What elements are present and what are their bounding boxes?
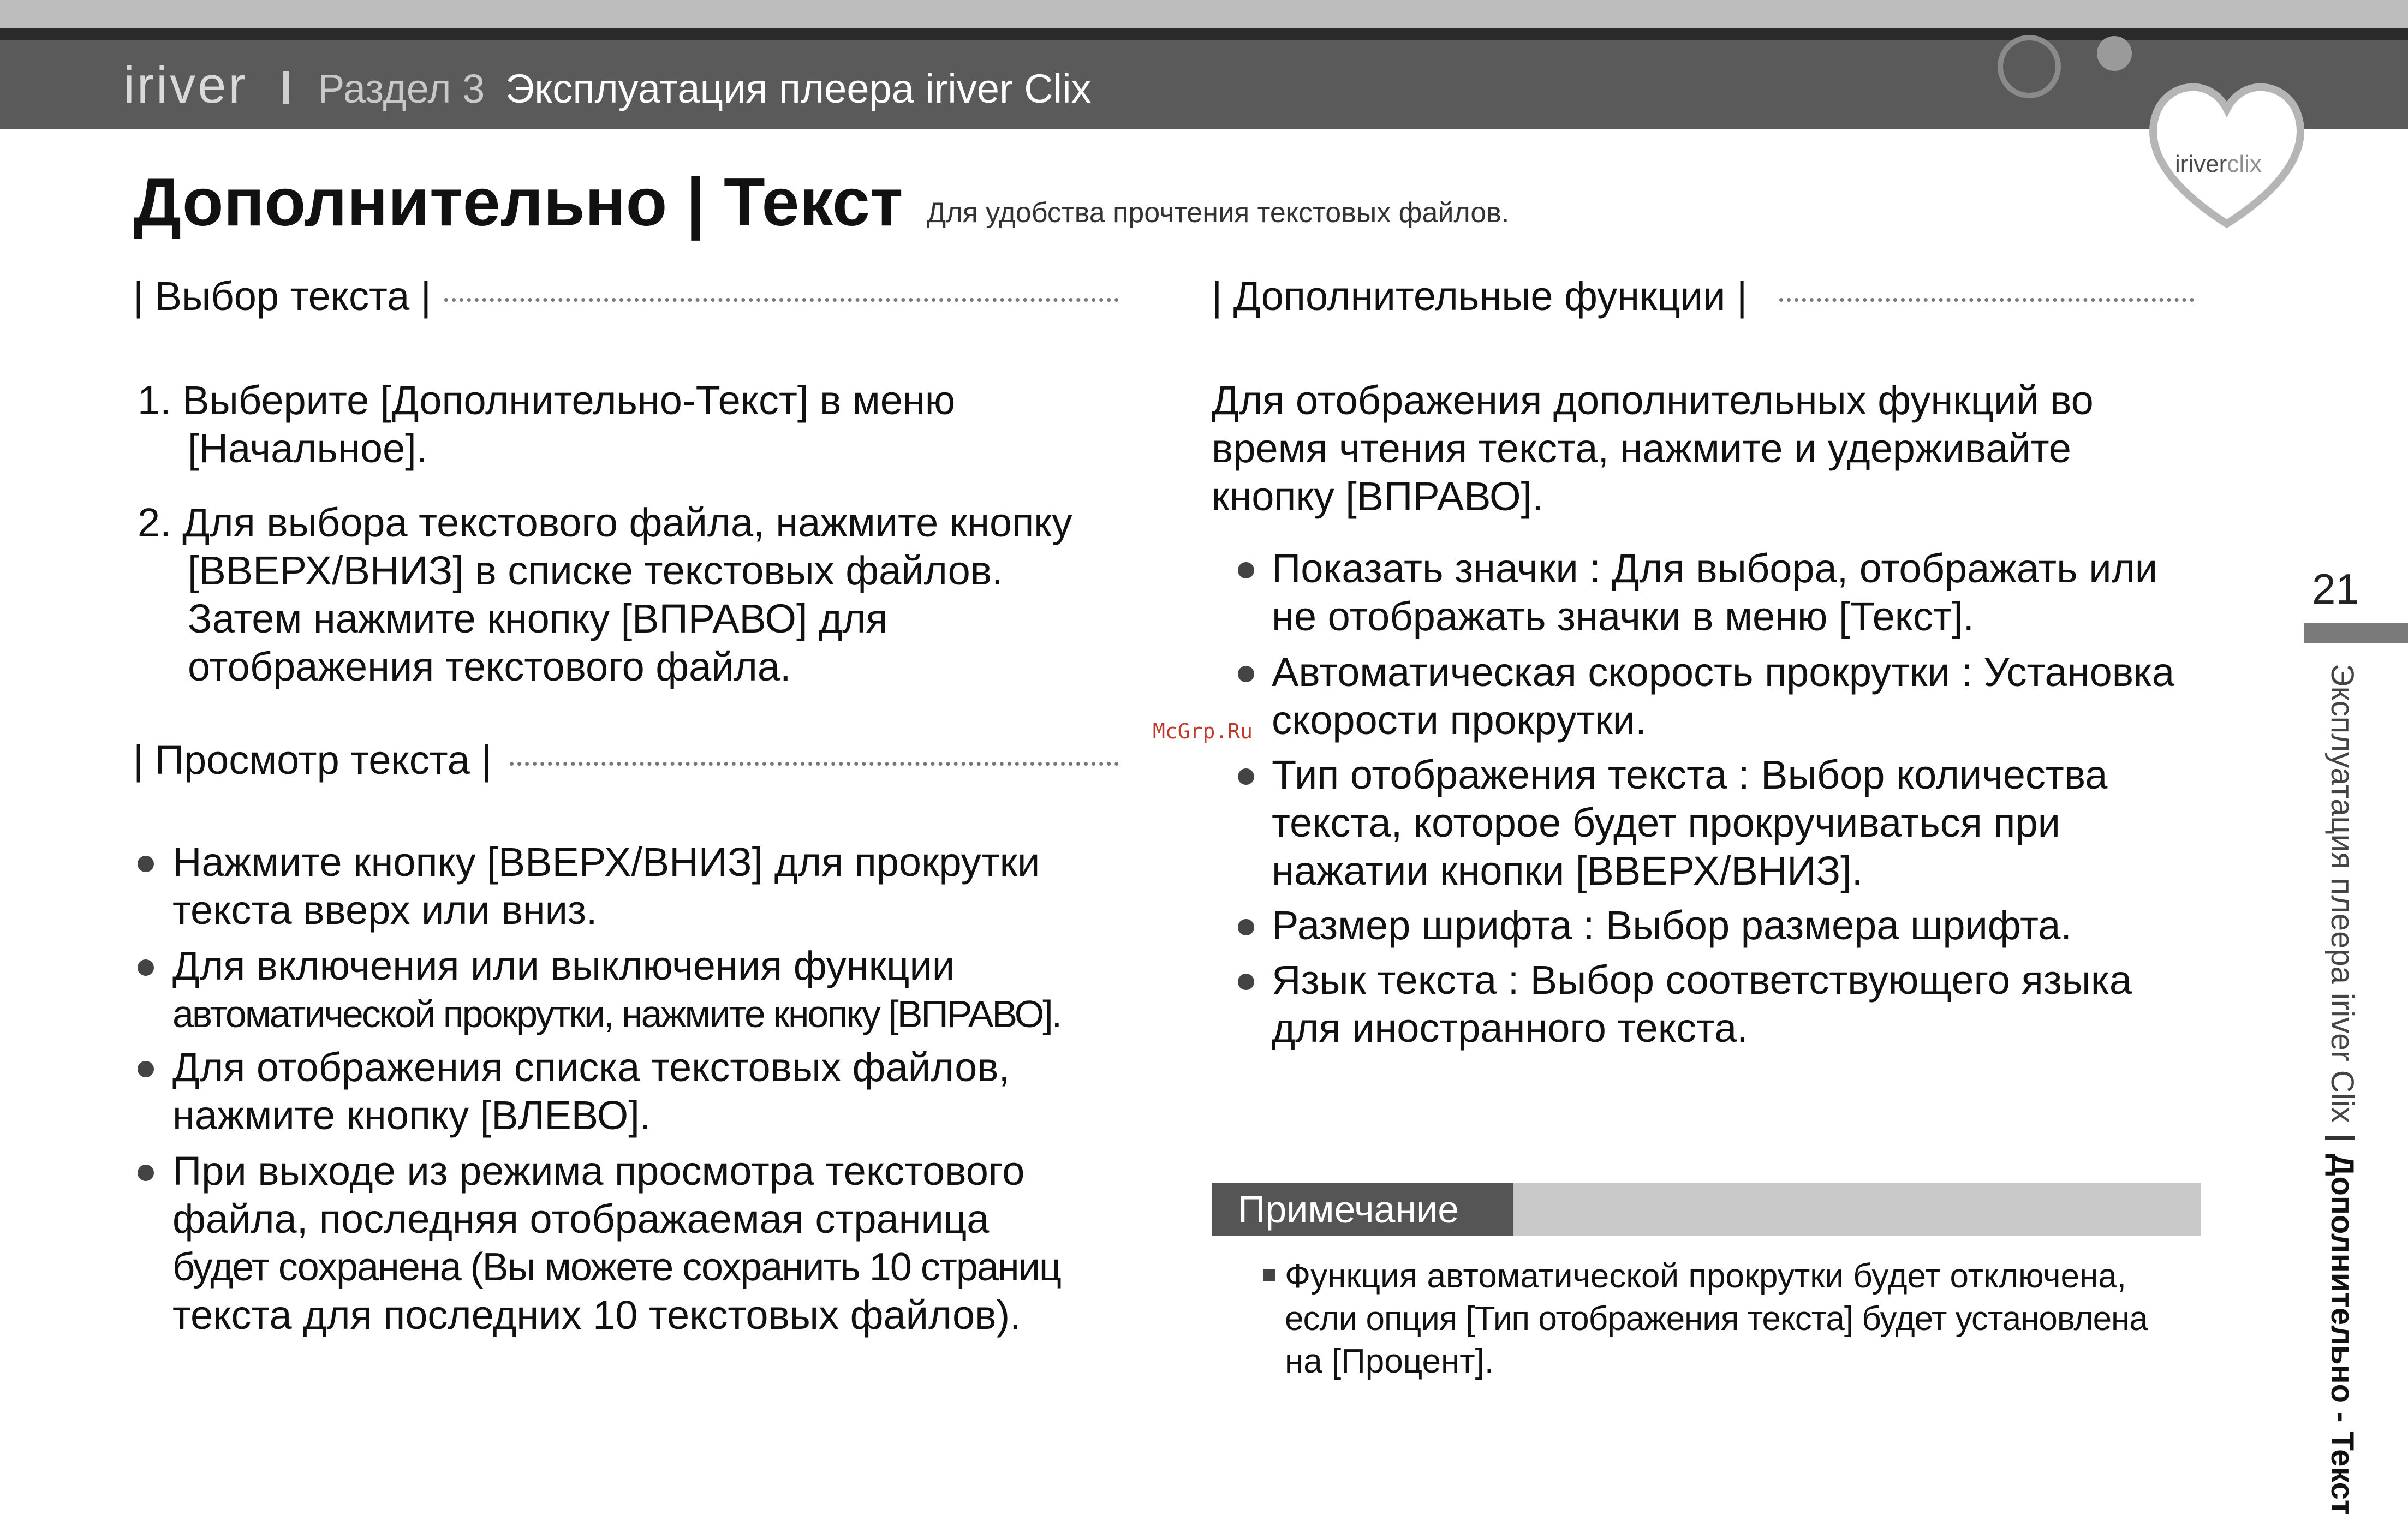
view-bullet-4-line-4: текста для последних 10 текстовых файлов… [172, 1292, 1021, 1338]
section-heading-select-text: | Выбор текста | [133, 273, 1124, 322]
func-bullet-5-line-2: для иностранного текста. [1272, 1005, 1748, 1051]
func-bullet-1-line-1: Показать значки : Для выбора, отображать… [1272, 546, 2158, 591]
func-bullet-2-line-2: скорости прокрутки. [1272, 697, 1647, 743]
step-2-line-2: [ВВЕРХ/ВНИЗ] в списке текстовых файлов. [188, 548, 1003, 593]
bullet-icon [1238, 919, 1254, 935]
page-subtitle: Для удобства прочтения текстовых файлов. [927, 197, 1510, 229]
side-tab-bar [2304, 623, 2408, 643]
bullet-icon [1238, 974, 1254, 990]
header-title: Эксплуатация плеера iriver Clix [505, 66, 1092, 111]
decorative-ring [1998, 35, 2061, 98]
func-bullet-3-line-1: Тип отображения текста : Выбор количеств… [1272, 752, 2108, 797]
view-bullet-2-line-2: автоматической прокрутки, нажмите кнопку… [172, 993, 1062, 1035]
side-chapter-label: Эксплуатация плеера iriver Clix Дополните… [2323, 664, 2361, 1515]
view-bullet-4-line-1: При выходе из режима просмотра текстовог… [172, 1148, 1025, 1194]
func-bullet-3-line-2: текста, которое будет прокручиваться при [1272, 800, 2060, 845]
brand-badge-text: iriverclix [2175, 151, 2262, 177]
side-topic-text: Дополнительно - Текст [2324, 1153, 2360, 1515]
view-bullet-4-line-2: файла, последняя отображаемая страница [172, 1196, 990, 1242]
header-separator [283, 71, 289, 104]
bullet-icon [1238, 768, 1254, 785]
note-line-2: если опция [Тип отображения текста] буде… [1285, 1300, 2148, 1338]
func-bullet-5-line-1: Язык текста : Выбор соответствующего язы… [1272, 957, 2132, 1003]
bullet-icon [138, 1165, 154, 1181]
bullet-icon [138, 1061, 154, 1077]
note-header-bar: Примечание [1212, 1183, 2201, 1236]
note-label: Примечание [1212, 1183, 1513, 1236]
func-bullet-3-line-3: нажатии кнопки [ВВЕРХ/ВНИЗ]. [1272, 848, 1863, 893]
section-heading-view-text: | Просмотр текста | [133, 737, 1124, 786]
step-2-line-1: 2. Для выбора текстового файла, нажмите … [138, 500, 1072, 545]
header-section-label: Раздел 3 [318, 66, 485, 111]
watermark: McGrp.Ru [1153, 719, 1253, 743]
decorative-dot [2097, 36, 2132, 71]
step-1-line-2: [Начальное]. [188, 426, 428, 471]
iriver-logo: iriver [123, 56, 248, 114]
page-title: Дополнительно | Текст [133, 165, 903, 240]
view-bullet-4-line-3: будет сохранена (Вы можете сохранить 10 … [172, 1245, 1062, 1289]
view-bullet-1-line-2: текста вверх или вниз. [172, 887, 598, 933]
note-bullet-icon [1263, 1269, 1275, 1281]
step-2-line-4: отображения текстового файла. [188, 644, 791, 689]
step-2-line-3: Затем нажмите кнопку [ВПРАВО] для [188, 596, 888, 641]
bullet-icon [138, 856, 154, 872]
dotted-rule [1779, 298, 2194, 302]
note-line-3: на [Процент]. [1285, 1343, 1494, 1380]
top-dark-stripe [0, 28, 2408, 40]
section-heading-text: | Просмотр текста | [133, 737, 495, 783]
page-header: iriver Раздел 3 Эксплуатация плеера iriv… [0, 35, 2408, 129]
dotted-rule [510, 762, 1119, 766]
func-bullet-1-line-2: не отображать значки в меню [Текст]. [1272, 594, 1975, 639]
func-bullet-2-line-1: Автоматическая скорость прокрутки : Уста… [1272, 649, 2175, 695]
page-number: 21 [2312, 565, 2359, 613]
side-chapter-text: Эксплуатация плеера iriver Clix [2324, 664, 2360, 1123]
func-bullet-4-line-1: Размер шрифта : Выбор размера шрифта. [1272, 903, 2072, 948]
view-bullet-2-line-1: Для включения или выключения функции [172, 943, 955, 988]
bullet-icon [1238, 562, 1254, 578]
intro-line-2: время чтения текста, нажмите и удерживай… [1212, 426, 2071, 471]
section-heading-text: | Дополнительные функции | [1212, 273, 1751, 319]
dotted-rule [444, 298, 1119, 302]
view-bullet-3-line-2: нажмите кнопку [ВЛЕВО]. [172, 1093, 651, 1138]
note-line-1: Функция автоматической прокрутки будет о… [1285, 1257, 2126, 1295]
view-bullet-3-line-1: Для отображения списка текстовых файлов, [172, 1045, 1010, 1090]
section-heading-text: | Выбор текста | [133, 273, 435, 319]
top-stripe [0, 0, 2408, 28]
step-1-line-1: 1. Выберите [Дополнительно-Текст] в меню [138, 378, 956, 423]
bullet-icon [138, 959, 154, 976]
section-heading-extra-functions: | Дополнительные функции | [1212, 273, 2198, 322]
view-bullet-1-line-1: Нажмите кнопку [ВВЕРХ/ВНИЗ] для прокрутк… [172, 839, 1040, 885]
bullet-icon [1238, 666, 1254, 682]
intro-line-3: кнопку [ВПРАВО]. [1212, 474, 1543, 519]
side-separator [2325, 1136, 2355, 1141]
intro-line-1: Для отображения дополнительных функций в… [1212, 378, 2094, 423]
